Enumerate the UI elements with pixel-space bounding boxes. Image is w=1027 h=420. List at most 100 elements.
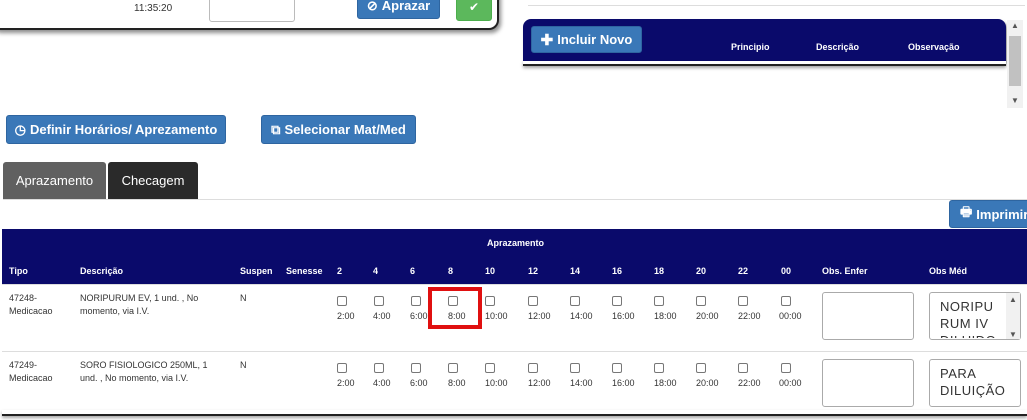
scroll-down-icon[interactable]: ▼: [1009, 330, 1017, 339]
obs-med-text: PARA: [940, 366, 977, 381]
schedule-checkbox[interactable]: [696, 296, 706, 306]
check-circle-icon: ✔: [468, 0, 480, 14]
column-header-h14: 14: [570, 266, 581, 276]
schedule-time: 12:00: [528, 378, 551, 388]
row-divider: [2, 284, 1027, 285]
schedule-checkbox[interactable]: [337, 363, 347, 373]
cell-descricao: und. , No momento, via I.V.: [80, 373, 189, 383]
scroll-up-icon[interactable]: ▲: [1011, 21, 1019, 30]
schedule-time: 16:00: [612, 311, 635, 321]
schedule-checkbox[interactable]: [528, 296, 538, 306]
schedule-checkbox[interactable]: [485, 296, 495, 306]
cell-tipo: Medicacao: [9, 306, 53, 316]
schedule-checkbox[interactable]: [696, 363, 706, 373]
obs-enfer-textarea[interactable]: [822, 292, 914, 340]
clock-icon: ◷: [14, 121, 26, 137]
column-header-h22: 22: [738, 266, 749, 276]
schedule-time: 20:00: [696, 311, 719, 321]
schedule-checkbox[interactable]: [612, 296, 622, 306]
column-header-principio: Principio: [731, 42, 770, 52]
schedule-checkbox[interactable]: [612, 363, 622, 373]
schedule-time: 2:00: [337, 378, 355, 388]
include-new-label: Incluir Novo: [557, 32, 633, 47]
cell-tipo: 47249-: [9, 360, 38, 370]
principles-table-body: [523, 61, 1006, 66]
select-material-label: Selecionar Mat/Med: [284, 122, 406, 137]
schedule-checkbox[interactable]: [337, 296, 347, 306]
schedule-time: 8:00: [448, 378, 466, 388]
schedule-checkbox[interactable]: [411, 363, 421, 373]
printer-icon: 🖶: [960, 204, 973, 219]
column-header-obs-enfer: Obs. Enfer: [822, 266, 868, 276]
schedule-checkbox[interactable]: [654, 296, 664, 306]
schedule-checkbox[interactable]: [781, 363, 791, 373]
obs-med-text: NORIPU: [940, 299, 994, 314]
column-header-descricao: Descrição: [816, 42, 860, 52]
cell-tipo: 47248-: [9, 293, 38, 303]
schedule-time: 22:00: [738, 378, 761, 388]
row-divider: [2, 351, 1027, 352]
tab-aprazamento[interactable]: Aprazamento: [3, 162, 106, 199]
schedule-checkbox[interactable]: [781, 296, 791, 306]
check-circle-icon: ⊘: [366, 0, 378, 13]
schedule-time: 2:00: [337, 311, 355, 321]
schedule-time: 14:00: [570, 378, 593, 388]
obs-med-text: RUM IV: [940, 316, 989, 331]
time-value: 11:35:20: [134, 3, 173, 14]
aprazar-button-label: Aprazar: [381, 0, 431, 13]
confirm-button[interactable]: ✔: [456, 0, 492, 21]
schedule-checkbox[interactable]: [528, 363, 538, 373]
scroll-up-icon[interactable]: ▲: [1009, 295, 1017, 304]
schedule-time: 6:00: [410, 311, 428, 321]
schedule-time: 14:00: [570, 311, 593, 321]
column-header-obs-med: Obs Méd: [929, 266, 968, 276]
plus-icon: ✚: [540, 31, 554, 49]
time-input[interactable]: [209, 0, 295, 22]
column-header-observacao: Observação: [908, 42, 960, 52]
define-schedule-button[interactable]: ◷ Definir Horários/ Aprezamento: [6, 115, 226, 144]
cell-descricao: NORIPURUM EV, 1 und. , No: [80, 293, 199, 303]
schedule-time: 00:00: [779, 311, 802, 321]
column-header-tipo: Tipo: [9, 266, 28, 276]
column-header-h00: 00: [781, 266, 792, 276]
print-button[interactable]: 🖶 Imprimir: [949, 200, 1027, 228]
aprazar-button[interactable]: ⊘ Aprazar: [357, 0, 440, 19]
column-header-h6: 6: [410, 266, 416, 276]
schedule-checkbox[interactable]: [374, 296, 384, 306]
schedule-time: 10:00: [485, 311, 508, 321]
tab-checagem[interactable]: Checagem: [108, 162, 198, 199]
table-bottom: [2, 410, 1027, 416]
schedule-time: 20:00: [696, 378, 719, 388]
schedule-checkbox[interactable]: [374, 363, 384, 373]
schedule-checkbox[interactable]: [654, 363, 664, 373]
scrollbar-thumb[interactable]: [1009, 36, 1021, 86]
schedule-time: 12:00: [528, 311, 551, 321]
table-group-title: Aprazamento: [487, 238, 545, 248]
column-header-h10: 10: [485, 266, 496, 276]
column-header-h8: 8: [448, 266, 454, 276]
schedule-time: 4:00: [373, 378, 391, 388]
print-label: Imprimir: [976, 206, 1027, 222]
schedule-checkbox[interactable]: [485, 363, 495, 373]
schedule-checkbox[interactable]: [448, 363, 458, 373]
obs-enfer-textarea[interactable]: [822, 359, 914, 407]
schedule-checkbox[interactable]: [411, 296, 421, 306]
define-schedule-label: Definir Horários/ Aprezamento: [30, 122, 218, 137]
cell-suspen: N: [240, 293, 247, 303]
include-new-button[interactable]: ✚ Incluir Novo: [531, 26, 642, 53]
schedule-time: 16:00: [612, 378, 635, 388]
obs-med-text: DILUIÇÃO: [940, 383, 1006, 398]
column-header-h20: 20: [696, 266, 707, 276]
schedule-checkbox[interactable]: [570, 363, 580, 373]
cell-descricao: SORO FISIOLOGICO 250ML, 1: [80, 360, 208, 370]
scroll-down-icon[interactable]: ▼: [1011, 96, 1019, 105]
schedule-checkbox[interactable]: [738, 296, 748, 306]
column-header-senesse: Senesse: [286, 266, 323, 276]
select-material-button[interactable]: ⧉ Selecionar Mat/Med: [261, 115, 416, 144]
column-header-h12: 12: [528, 266, 539, 276]
column-header-h18: 18: [654, 266, 665, 276]
schedule-checkbox[interactable]: [570, 296, 580, 306]
schedule-checkbox[interactable]: [738, 363, 748, 373]
column-header-h16: 16: [612, 266, 623, 276]
column-header-descricao: Descrição: [80, 266, 124, 276]
